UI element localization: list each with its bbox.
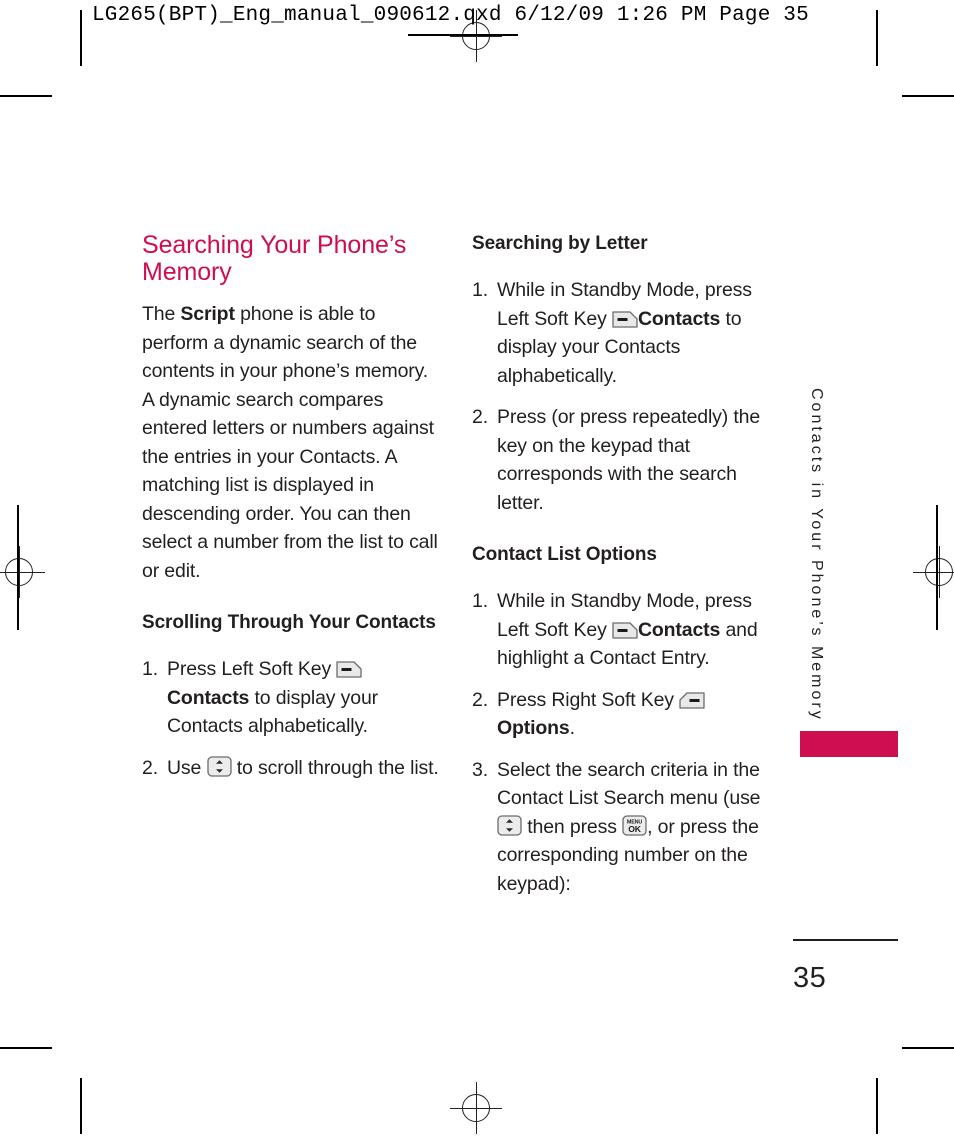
intro-text-after: phone is able to perform a dynamic searc… [142, 303, 438, 582]
step-bold-term: Contacts [638, 619, 720, 641]
list-item: 3. Select the search criteria in the Cont… [472, 756, 772, 899]
list-item: 1.Press Left Soft Key Contacts to displa… [142, 655, 442, 741]
navigation-key-icon [497, 815, 522, 836]
step-number: 2. [472, 686, 488, 715]
list-item: 1.While in Standby Mode, press Left Soft… [472, 587, 772, 673]
intro-bold-term: Script [180, 303, 234, 325]
side-tab-chapter-label: Contacts in Your Phone’s Memory [798, 388, 834, 768]
steps-list-contact-list-options: 1.While in Standby Mode, press Left Soft… [472, 587, 772, 898]
step-bold-term: Contacts [638, 308, 720, 330]
left-soft-key-icon [612, 622, 638, 639]
step-number: 2. [142, 754, 158, 783]
manual-page: Searching Your Phone’s Memory The Script… [0, 0, 954, 1145]
left-column: Searching Your Phone’s Memory The Script… [142, 232, 442, 782]
menu-ok-key-icon: MENU OK [622, 815, 647, 836]
right-soft-key-icon [679, 692, 705, 709]
right-column: Searching by Letter 1.While in Standby M… [472, 232, 772, 898]
step-text-a: Use [167, 757, 207, 779]
step-bold-term: Contacts [167, 687, 249, 709]
svg-text:OK: OK [628, 824, 642, 834]
page-number: 35 [793, 962, 826, 995]
steps-list-searching-by-letter: 1.While in Standby Mode, press Left Soft… [472, 276, 772, 517]
navigation-key-icon [207, 756, 232, 777]
step-text-b: to scroll through the list. [232, 757, 439, 779]
side-tab-accent-bar [800, 731, 898, 757]
step-number: 3. [472, 756, 488, 785]
step-bold-term: Options [497, 717, 570, 739]
step-text-b: then press [522, 816, 622, 838]
intro-text-before: The [142, 303, 180, 325]
left-soft-key-icon [612, 311, 638, 328]
list-item: 2. Use to scroll through the list. [142, 754, 442, 783]
list-item: 2. Press Right Soft Key Options. [472, 686, 772, 743]
intro-paragraph: The Script phone is able to perform a dy… [142, 300, 442, 585]
list-item: 1.While in Standby Mode, press Left Soft… [472, 276, 772, 390]
step-number: 1. [472, 587, 488, 616]
folio-rule [793, 939, 898, 941]
step-text-a: Press Left Soft Key [167, 658, 336, 680]
steps-list-scrolling: 1.Press Left Soft Key Contacts to displa… [142, 655, 442, 782]
step-text-a: Select the search criteria in the Contac… [497, 759, 760, 810]
subsection-title-contact-list-options: Contact List Options [472, 543, 772, 567]
list-item: 2. Press (or press repeatedly) the key on… [472, 403, 772, 517]
page-title: Searching Your Phone’s Memory [142, 232, 442, 286]
left-soft-key-icon [336, 661, 362, 678]
step-text-b: . [570, 717, 575, 739]
side-tab-text: Contacts in Your Phone’s Memory [798, 388, 834, 768]
step-text-a: Press Right Soft Key [497, 689, 679, 711]
subsection-title-scrolling: Scrolling Through Your Contacts [142, 611, 442, 635]
step-text-a: Press (or press repeatedly) the key on t… [497, 406, 760, 514]
step-number: 1. [142, 655, 158, 684]
subsection-title-searching-by-letter: Searching by Letter [472, 232, 772, 256]
step-number: 2. [472, 403, 488, 432]
step-number: 1. [472, 276, 488, 305]
